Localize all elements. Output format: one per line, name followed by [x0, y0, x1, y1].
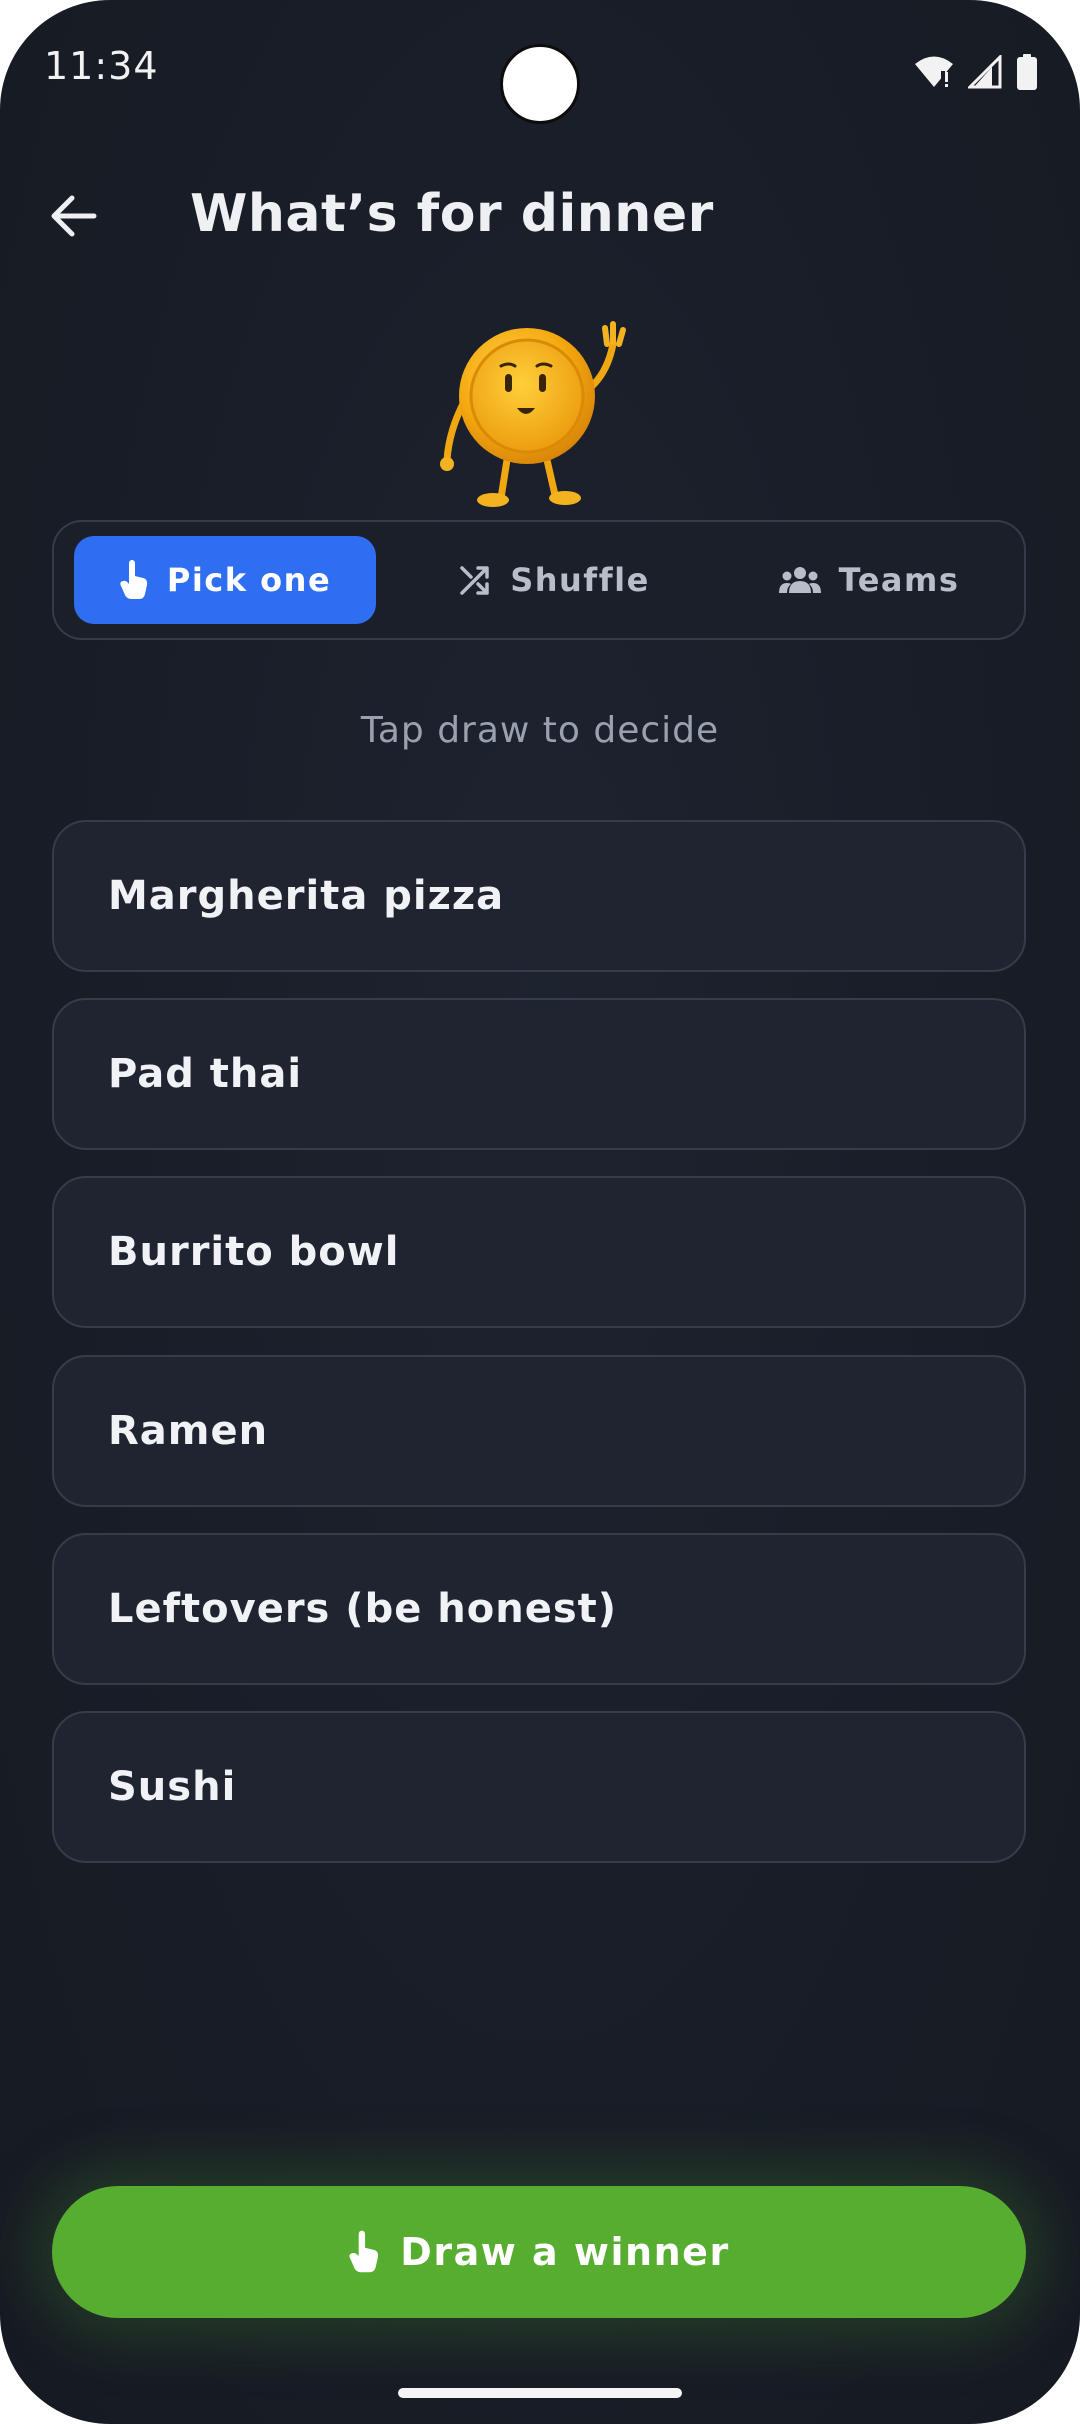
- app-screen: 11:34 What’s for dinner Pick one Shuffle…: [0, 0, 1080, 2424]
- pointer-hand-icon: [349, 2230, 379, 2273]
- back-button[interactable]: [38, 180, 110, 252]
- status-time: 11:34: [44, 44, 159, 88]
- option-label: Leftovers (be honest): [108, 1586, 618, 1632]
- group-icon: [778, 567, 821, 593]
- pointer-hand-icon: [120, 560, 148, 599]
- list-item[interactable]: Pad thai: [52, 998, 1026, 1150]
- coin-mascot-illustration: [440, 321, 626, 507]
- option-label: Burrito bowl: [108, 1229, 400, 1275]
- list-item[interactable]: Burrito bowl: [52, 1176, 1026, 1328]
- status-icons: [914, 52, 1038, 92]
- draw-button-label: Draw a winner: [400, 2230, 730, 2274]
- mode-selector: Pick one Shuffle Teams: [52, 520, 1026, 640]
- tab-label: Teams: [838, 561, 960, 599]
- option-label: Ramen: [108, 1408, 269, 1454]
- option-label: Margherita pizza: [108, 873, 505, 919]
- list-item[interactable]: Ramen: [52, 1355, 1026, 1507]
- signal-icon: [968, 55, 1002, 89]
- status-bar: 11:34: [0, 0, 1080, 140]
- wifi-icon: [915, 56, 953, 87]
- shuffle-icon: [460, 566, 489, 595]
- page-title: What’s for dinner: [190, 184, 714, 244]
- option-label: Sushi: [108, 1764, 237, 1810]
- list-item[interactable]: Margherita pizza: [52, 820, 1026, 972]
- camera-cutout: [500, 44, 580, 124]
- hint-text: Tap draw to decide: [360, 710, 720, 751]
- battery-icon: [1017, 54, 1037, 90]
- tab-label: Pick one: [166, 561, 332, 599]
- draw-winner-button[interactable]: Draw a winner: [52, 2186, 1026, 2318]
- tab-shuffle[interactable]: Shuffle: [414, 536, 694, 624]
- arrow-back-icon: [51, 195, 97, 237]
- tab-label: Shuffle: [510, 561, 650, 599]
- home-indicator[interactable]: [398, 2388, 682, 2398]
- list-item[interactable]: Leftovers (be honest): [52, 1533, 1026, 1685]
- tab-pick-one[interactable]: Pick one: [74, 536, 376, 624]
- list-item[interactable]: Sushi: [52, 1711, 1026, 1863]
- tab-teams[interactable]: Teams: [734, 536, 1004, 624]
- option-label: Pad thai: [108, 1051, 303, 1097]
